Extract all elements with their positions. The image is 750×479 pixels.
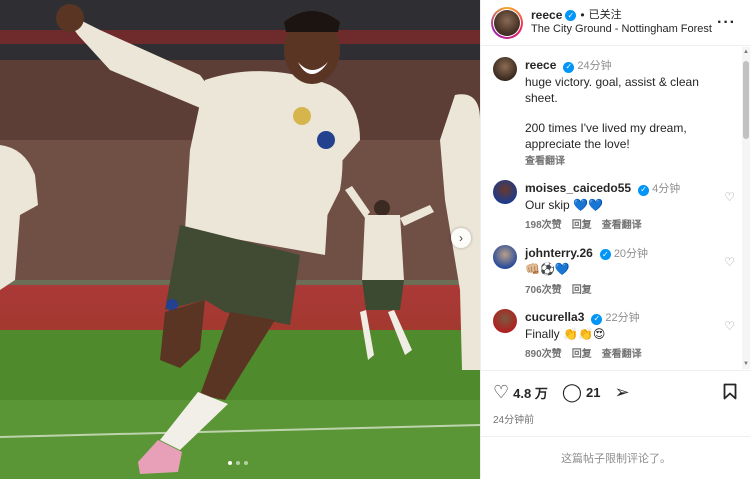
post-header: reece ✓ • 已关注 The City Ground - Nottingh…	[481, 0, 750, 46]
scroll-up-arrow-icon[interactable]: ▲	[743, 49, 749, 55]
post-actions: ♡ 4.8 万 ◯ 21 ➢ 24分钟前	[481, 370, 750, 430]
comment-bubble-icon[interactable]: ◯	[562, 383, 582, 401]
scroll-down-arrow-icon[interactable]: ▼	[743, 361, 749, 367]
carousel-dot	[236, 461, 240, 465]
post-side-panel: reece ✓ • 已关注 The City Ground - Nottingh…	[480, 0, 750, 479]
avatar[interactable]	[493, 244, 517, 269]
carousel-dots	[228, 461, 248, 465]
heart-outline-icon[interactable]: ♡	[724, 255, 735, 269]
reply-button[interactable]: 回复	[572, 284, 592, 298]
see-translation-link[interactable]: 查看翻译	[602, 348, 642, 362]
author-avatar-story-ring[interactable]	[491, 6, 523, 39]
comment-item: johnterry.26 ✓ 20分钟 👊🏼⚽💙 706次赞 回复 ♡	[493, 244, 743, 298]
see-translation-link[interactable]: 查看翻译	[602, 219, 642, 233]
caption-text-line-1: huge victory. goal, assist & clean sheet…	[525, 74, 699, 106]
chevron-right-icon: ›	[459, 231, 463, 245]
carousel-dot	[228, 461, 232, 465]
verified-badge-icon: ✓	[599, 249, 611, 261]
comment-username[interactable]: cucurella3	[525, 310, 584, 324]
avatar[interactable]	[493, 180, 517, 205]
caption-time: 24分钟	[577, 60, 612, 72]
comment-like-count[interactable]: 706次赞	[525, 284, 562, 298]
comment-username[interactable]: johnterry.26	[525, 246, 593, 260]
comment-time: 22分钟	[605, 312, 640, 325]
caption-text-line-2: 200 times I've lived my dream, appreciat…	[525, 121, 687, 152]
share-send-icon[interactable]: ➢	[614, 383, 629, 401]
verified-badge-icon: ✓	[563, 61, 575, 73]
comments-list: reece ✓ 24分钟 huge victory. goal, assist & …	[481, 47, 743, 369]
comments-scrollbar[interactable]: ▲ ▼	[742, 47, 750, 369]
post-photo-scene	[0, 0, 480, 479]
posted-time[interactable]: 24分钟前	[493, 411, 739, 426]
comment-time: 20分钟	[613, 247, 649, 260]
avatar	[494, 9, 520, 36]
reply-button[interactable]: 回复	[572, 219, 592, 233]
comment-emoji: 💙💙	[573, 197, 603, 212]
comment-like-count[interactable]: 890次赞	[525, 348, 562, 362]
location-link[interactable]: The City Ground - Nottingham Forest	[531, 23, 712, 37]
bookmark-icon[interactable]	[723, 383, 737, 400]
comment-text: Our skip	[525, 197, 570, 212]
comment-item: moises_caicedo55 ✓ 4分钟 Our skip 💙💙 198次赞 回…	[493, 180, 743, 233]
comment-username[interactable]: moises_caicedo55	[525, 181, 631, 195]
caption-username[interactable]: reece	[525, 58, 556, 72]
carousel-dot	[244, 461, 248, 465]
see-translation-link[interactable]: 查看翻译	[525, 155, 565, 169]
scrollbar-thumb[interactable]	[743, 61, 749, 139]
heart-outline-icon[interactable]: ♡	[724, 190, 735, 204]
likes-count[interactable]: 4.8 万	[513, 383, 548, 402]
post-photo[interactable]: ›	[0, 0, 480, 479]
separator-dot: •	[580, 8, 585, 23]
heart-outline-icon[interactable]: ♡	[493, 383, 509, 401]
verified-badge-icon: ✓	[591, 313, 603, 325]
comments-restricted-notice: 这篇帖子限制评论了。	[481, 436, 750, 479]
comment-item: cucurella3 ✓ 22分钟 Finally 👏👏😍 890次赞 回复 查看翻…	[493, 309, 743, 362]
comment-time: 4分钟	[652, 183, 681, 196]
comments-count: 21	[585, 384, 601, 400]
verified-badge-icon: ✓	[565, 10, 577, 22]
comment-like-count[interactable]: 198次赞	[525, 219, 562, 233]
caption: reece ✓ 24分钟 huge victory. goal, assist & …	[493, 57, 743, 168]
heart-outline-icon[interactable]: ♡	[724, 319, 735, 333]
comment-emoji: 👏👏😍	[563, 327, 606, 341]
following-button[interactable]: 已关注	[589, 9, 622, 23]
avatar[interactable]	[493, 309, 517, 334]
verified-badge-icon: ✓	[638, 184, 650, 196]
author-username[interactable]: reece	[531, 8, 562, 23]
avatar[interactable]	[493, 57, 517, 81]
reply-button[interactable]: 回复	[572, 348, 592, 362]
next-image-button[interactable]: ›	[451, 228, 471, 248]
comment-emoji: 👊🏼⚽💙	[525, 262, 570, 277]
comment-text: Finally	[525, 327, 560, 341]
more-options-icon[interactable]: ···	[717, 14, 736, 32]
